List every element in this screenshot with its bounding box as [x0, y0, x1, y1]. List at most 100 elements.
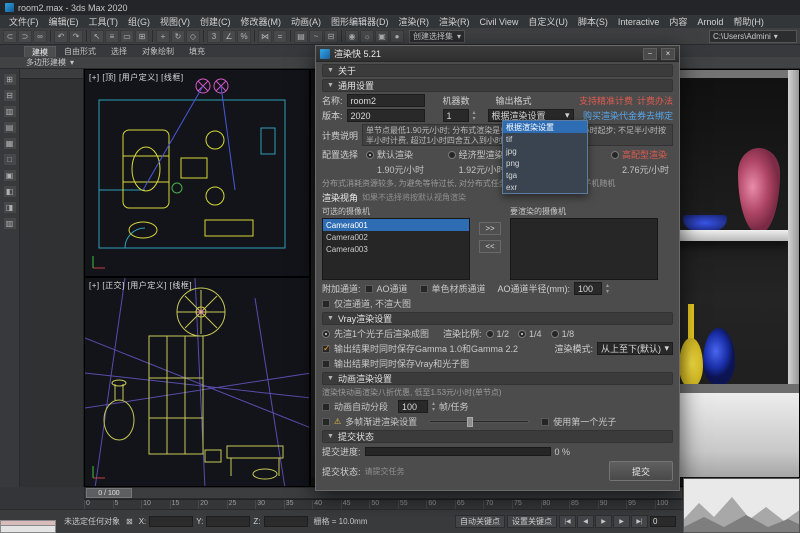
viewport-layout-icon[interactable]: ⊞ — [3, 73, 17, 86]
frames-per-task-spinner[interactable]: ▴▾ — [432, 401, 435, 413]
redo-icon[interactable]: ↷ — [69, 30, 83, 43]
ribbon-tab-2[interactable]: 自由形式 — [57, 46, 103, 57]
ribbon-tab-1[interactable]: 建模 — [24, 46, 56, 57]
auto-split-checkbox[interactable] — [322, 403, 330, 411]
dock-panel-icon-4[interactable]: ▣ — [3, 169, 17, 182]
percent-snap-icon[interactable]: % — [237, 30, 251, 43]
timeline-tick[interactable]: 40 — [312, 500, 341, 509]
play-button[interactable]: ▶ — [595, 515, 612, 528]
timeline-tick[interactable]: 55 — [398, 500, 427, 509]
viewport-top-label[interactable]: [+] [顶] [用户定义] [线框] — [89, 72, 184, 83]
timeline-tick[interactable]: 70 — [483, 500, 512, 509]
timeline-tick[interactable]: 35 — [284, 500, 313, 509]
add-camera-button[interactable]: >> — [479, 222, 501, 235]
config-radio[interactable] — [366, 151, 374, 159]
coordinate-input[interactable] — [149, 516, 193, 527]
machine-count-spinner[interactable]: ▴▾ — [473, 110, 476, 122]
split-horizontal-icon[interactable]: ⊟ — [3, 89, 17, 102]
photon-first-radio[interactable] — [322, 330, 330, 338]
material-editor-icon[interactable]: ◉ — [345, 30, 359, 43]
select-and-scale-icon[interactable]: ◇ — [186, 30, 200, 43]
go-to-start-button[interactable]: |◀ — [559, 515, 576, 528]
camera-item[interactable]: Camera001 — [323, 219, 469, 231]
timeline-tick[interactable]: 25 — [227, 500, 256, 509]
format-option[interactable]: tga — [503, 169, 587, 181]
timeline-tick[interactable]: 5 — [113, 500, 142, 509]
menu-item[interactable]: 视图(V) — [155, 15, 195, 28]
time-slider-handle[interactable]: 0 / 100 — [86, 488, 132, 498]
dock-panel-icon-1[interactable]: ▤ — [3, 121, 17, 134]
scale-option[interactable]: 1/4 — [518, 329, 542, 339]
dialog-titlebar[interactable]: 渲染快 5.21 − × — [316, 46, 679, 62]
config-option[interactable]: 经济型渲染1.92元/小时 — [448, 148, 506, 176]
timeline-tick[interactable]: 50 — [369, 500, 398, 509]
menu-item[interactable]: 渲染(R) — [394, 15, 435, 28]
animation-settings-rollout[interactable]: ▼ 动画渲染设置 — [322, 372, 673, 385]
format-option[interactable]: exr — [503, 181, 587, 193]
timeline-tick[interactable]: 95 — [626, 500, 655, 509]
undo-icon[interactable]: ↶ — [54, 30, 68, 43]
only-channel-checkbox[interactable] — [322, 300, 330, 308]
format-option[interactable]: tif — [503, 133, 587, 145]
ao-radius-spinner[interactable]: ▴▾ — [606, 283, 609, 295]
remove-camera-button[interactable]: << — [479, 240, 501, 253]
vrimg-save-checkbox[interactable] — [322, 360, 330, 368]
bind-to-space-warp-icon[interactable]: ∞ — [33, 30, 47, 43]
first-photon-checkbox[interactable] — [541, 418, 549, 426]
format-option[interactable]: jpg — [503, 145, 587, 157]
coordinate-input[interactable] — [206, 516, 250, 527]
dock-panel-icon-3[interactable]: □ — [3, 153, 17, 166]
set-key-button[interactable]: 设置关键点 — [507, 515, 557, 528]
ao-radius-input[interactable]: 100 — [574, 282, 602, 295]
viewport-top[interactable]: [+] [顶] [用户定义] [线框] — [84, 69, 310, 277]
submit-status-rollout[interactable]: ▼ 提交状态 — [322, 430, 673, 443]
previous-frame-button[interactable]: ◀ — [577, 515, 594, 528]
select-by-name-icon[interactable]: ≡ — [105, 30, 119, 43]
auto-key-button[interactable]: 自动关键点 — [455, 515, 505, 528]
next-frame-button[interactable]: ▶ — [613, 515, 630, 528]
align-icon[interactable]: = — [273, 30, 287, 43]
scene-name-input[interactable]: room2 — [347, 94, 425, 107]
vray-settings-rollout[interactable]: ▼ Vray渲染设置 — [322, 312, 673, 325]
billing-help-link[interactable]: 计费办法 — [637, 94, 673, 107]
dock-panel-icon-5[interactable]: ◧ — [3, 185, 17, 198]
timeline-tick[interactable]: 75 — [512, 500, 541, 509]
current-frame-input[interactable]: 0 — [650, 516, 676, 527]
config-option[interactable]: 默认渲染1.90元/小时 — [366, 148, 424, 176]
render-icon[interactable]: ● — [390, 30, 404, 43]
select-and-link-icon[interactable]: ⊂ — [3, 30, 17, 43]
config-radio[interactable] — [448, 151, 456, 159]
window-crossing-icon[interactable]: ⊞ — [135, 30, 149, 43]
config-option[interactable]: 高配型渲染2.76元/小时 — [611, 148, 669, 176]
maxscript-mini-listener[interactable] — [0, 520, 56, 533]
menu-item[interactable]: 脚本(S) — [573, 15, 613, 28]
menu-item[interactable]: Civil View — [475, 17, 524, 27]
billing-method-link[interactable]: 支持精准计费 — [579, 94, 633, 107]
timeline-tick[interactable]: 80 — [541, 500, 570, 509]
frames-per-task-input[interactable]: 100 — [398, 400, 428, 413]
ribbon-tab-3[interactable]: 选择 — [104, 46, 134, 57]
angle-snap-icon[interactable]: ∠ — [222, 30, 236, 43]
close-button[interactable]: × — [661, 48, 675, 60]
config-radio[interactable] — [611, 151, 619, 159]
scale-radio[interactable] — [551, 330, 559, 338]
menu-item[interactable]: 帮助(H) — [728, 15, 769, 28]
snap-toggle-icon[interactable]: 3 — [207, 30, 221, 43]
split-vertical-icon[interactable]: ▥ — [3, 105, 17, 118]
select-and-rotate-icon[interactable]: ↻ — [171, 30, 185, 43]
menu-item[interactable]: 创建(C) — [195, 15, 236, 28]
camera-item[interactable]: Camera002 — [323, 231, 469, 243]
dock-panel-icon-7[interactable]: ▥ — [3, 217, 17, 230]
slider-handle[interactable] — [467, 417, 473, 427]
timeline-tick[interactable]: 15 — [170, 500, 199, 509]
menu-item[interactable]: 渲染(R) — [434, 15, 475, 28]
format-option[interactable]: 根据渲染设置 — [503, 121, 587, 133]
scale-option[interactable]: 1/8 — [551, 329, 575, 339]
version-input[interactable]: 2020 — [347, 109, 425, 122]
menu-item[interactable]: Interactive — [613, 17, 665, 27]
gamma-save-checkbox[interactable] — [322, 345, 330, 353]
timeline-tick[interactable]: 0 — [84, 500, 113, 509]
menu-item[interactable]: 工具(T) — [84, 15, 124, 28]
viewport-bottom-label[interactable]: [+] [正交] [用户定义] [线框] — [89, 280, 192, 291]
available-cameras-list[interactable]: Camera001Camera002Camera003 — [322, 218, 470, 280]
